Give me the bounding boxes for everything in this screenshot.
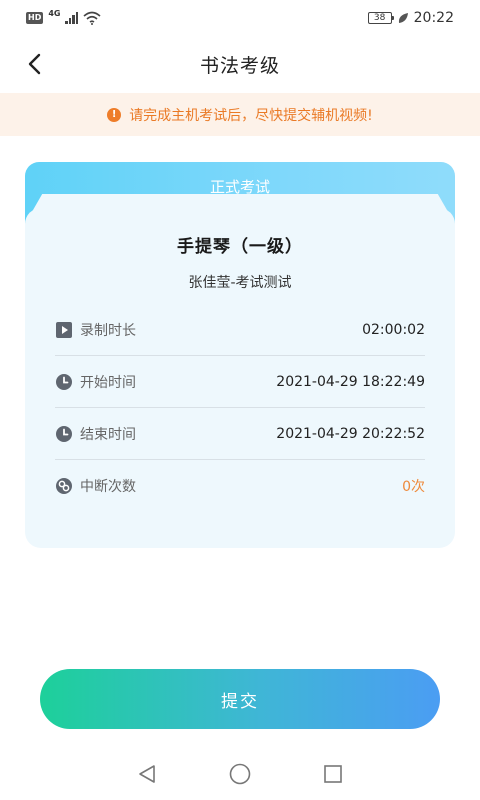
info-row-duration: 录制时长 02:00:02 [55, 304, 425, 356]
info-row-interruptions: 中断次数 0次 [55, 460, 425, 512]
info-value: 02:00:02 [362, 321, 425, 338]
exam-subtitle: 张佳莹-考试测试 [188, 275, 292, 291]
battery-icon: 38 [367, 12, 395, 24]
status-bar: HD 4G 38 20:22 [0, 0, 480, 36]
back-button[interactable] [18, 48, 50, 80]
info-value: 2021-04-29 18:22:49 [276, 373, 425, 390]
app-header: 书法考级 [0, 36, 480, 92]
exam-info-list: 录制时长 02:00:02 开始时间 2021-04-29 18:22:49 结… [55, 304, 425, 512]
chevron-left-icon [28, 53, 41, 75]
network-type: 4G [48, 8, 61, 18]
link-break-icon [55, 477, 73, 495]
clock-icon [55, 373, 73, 391]
exam-type-label: 正式考试 [209, 178, 270, 196]
info-label: 结束时间 [80, 426, 136, 443]
exam-card: 正式考试 手提琴（一级） 张佳莹-考试测试 录制时长 02:00:02 开始时间… [25, 162, 455, 548]
page-title: 书法考级 [199, 54, 280, 77]
clock-time: 20:22 [413, 10, 454, 26]
leaf-icon [398, 13, 408, 23]
info-value: 0次 [402, 479, 425, 495]
info-label: 开始时间 [80, 374, 136, 391]
circle-home-icon [229, 763, 251, 785]
submit-label: 提交 [221, 691, 259, 712]
clock-icon [55, 425, 73, 443]
exam-card-body: 手提琴（一级） 张佳莹-考试测试 录制时长 02:00:02 开始时间 2021… [25, 208, 455, 548]
signal-icon [65, 12, 79, 24]
nav-back-button[interactable] [127, 754, 167, 794]
status-right: 38 20:22 [367, 10, 454, 26]
submit-button[interactable]: 提交 [40, 669, 440, 729]
nav-recents-button[interactable] [313, 754, 353, 794]
system-nav-bar [0, 748, 480, 800]
notice-text: 请完成主机考试后，尽快提交辅机视频! [129, 107, 373, 124]
wifi-icon [83, 11, 102, 25]
play-icon [55, 321, 73, 339]
info-value: 2021-04-29 20:22:52 [276, 425, 425, 442]
alert-icon: ! [107, 107, 122, 122]
info-label: 中断次数 [80, 479, 136, 495]
notice-banner: ! 请完成主机考试后，尽快提交辅机视频! [0, 93, 480, 136]
square-recents-icon [324, 765, 343, 783]
nav-home-button[interactable] [220, 754, 260, 794]
info-label: 录制时长 [80, 322, 136, 339]
info-row-start-time: 开始时间 2021-04-29 18:22:49 [55, 356, 425, 408]
exam-title: 手提琴（一级） [177, 237, 303, 257]
hd-badge: HD [26, 12, 44, 24]
triangle-back-icon [138, 765, 155, 783]
status-left: HD 4G [26, 8, 102, 25]
info-row-end-time: 结束时间 2021-04-29 20:22:52 [55, 408, 425, 460]
